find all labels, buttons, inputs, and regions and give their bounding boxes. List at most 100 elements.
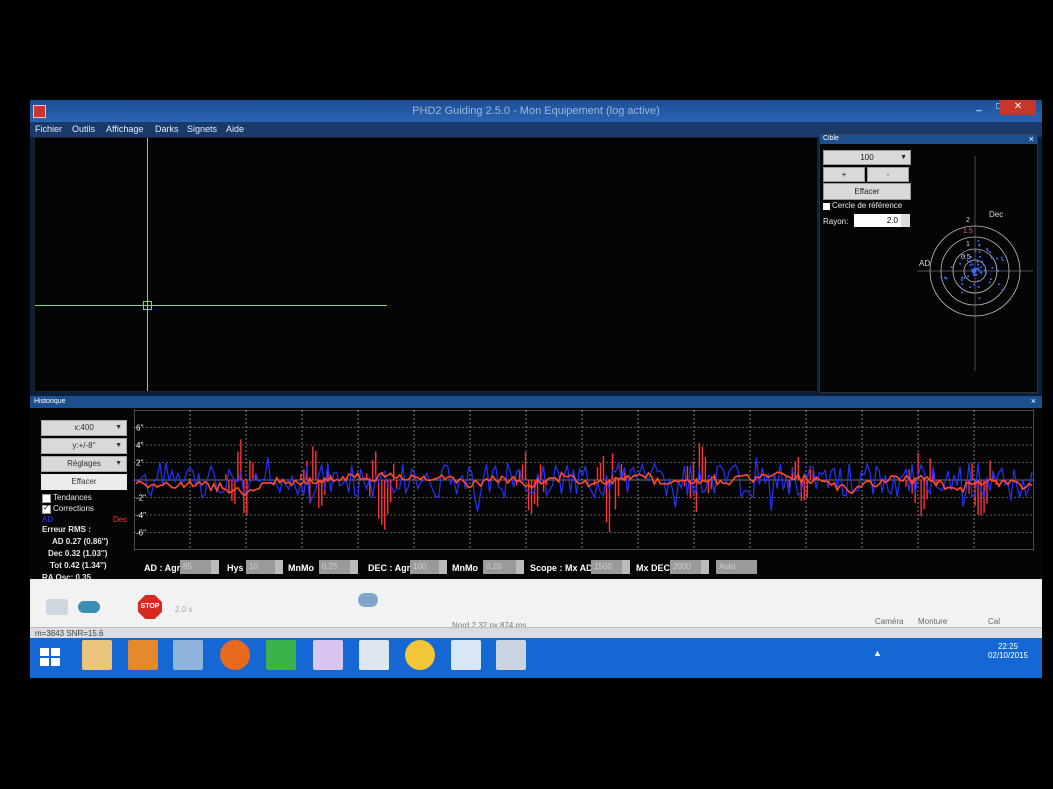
target-point xyxy=(980,272,983,275)
calibration-status: Cal xyxy=(988,617,1001,626)
dec-mode-value: Auto xyxy=(719,562,736,571)
mx-dec-value: 2000 xyxy=(673,562,691,571)
phd-guiding-icon[interactable] xyxy=(313,640,343,670)
target-point xyxy=(997,283,1000,286)
stop-button[interactable]: STOP xyxy=(138,595,162,619)
spinner-arrows[interactable] xyxy=(211,560,219,574)
corrections-label: Corrections xyxy=(53,504,94,513)
target-ring-label: 1.5 xyxy=(963,228,973,235)
app-icon[interactable] xyxy=(451,640,481,670)
status-text: m=3843 SNR=15.6 xyxy=(35,629,104,638)
target-point xyxy=(985,272,988,275)
camera-view[interactable] xyxy=(34,137,818,392)
loop-icon[interactable] xyxy=(78,601,100,613)
scope-mx-ad-label: Scope : Mx AD xyxy=(530,563,593,573)
target-plot: Dec AD 2 1.5 1 0.5 xyxy=(917,156,1033,371)
target-point xyxy=(969,260,972,263)
menu-affichage[interactable]: Affichage xyxy=(106,124,143,134)
target-axis-dec-label: Dec xyxy=(989,210,1003,219)
zoom-out-button[interactable]: - xyxy=(867,167,909,182)
rms-title: Erreur RMS : xyxy=(42,525,91,534)
file-explorer-icon[interactable] xyxy=(82,640,112,670)
crosshair-vertical xyxy=(147,138,148,391)
target-point xyxy=(1001,258,1004,261)
app-icon[interactable] xyxy=(128,640,158,670)
target-point xyxy=(988,281,991,284)
target-point xyxy=(950,266,953,269)
settings-dropdown[interactable]: Réglages ▼ xyxy=(41,456,127,472)
target-point xyxy=(971,263,974,266)
ad-aggression-input[interactable]: 85 xyxy=(180,560,219,574)
brain-icon[interactable] xyxy=(358,593,378,607)
reference-circle-checkbox[interactable] xyxy=(823,203,830,210)
zoom-dropdown[interactable]: 100 ▼ xyxy=(823,150,911,165)
spinner-arrows[interactable] xyxy=(275,560,283,574)
target-point xyxy=(977,267,980,270)
system-tray[interactable]: ▲ xyxy=(873,648,882,658)
close-button[interactable]: ✕ xyxy=(1000,100,1036,115)
mnmo-label: MnMo xyxy=(288,563,314,573)
menu-darks[interactable]: Darks xyxy=(155,124,179,134)
target-point xyxy=(978,297,981,300)
app-icon[interactable] xyxy=(496,640,526,670)
y-scale-dropdown[interactable]: y:+/-8'' ▼ xyxy=(41,438,127,454)
history-panel-header: Historique × xyxy=(30,396,1042,408)
x-scale-value: x:400 xyxy=(74,423,94,432)
camera-connect-icon[interactable] xyxy=(46,599,68,615)
history-close-icon[interactable]: × xyxy=(1031,396,1036,406)
exposure-dropdown[interactable]: 2.0 s xyxy=(175,605,192,614)
dec-aggression-input[interactable]: 100 xyxy=(410,560,447,574)
target-point xyxy=(995,257,998,260)
zoom-in-button[interactable]: + xyxy=(823,167,865,182)
spinner-arrows[interactable] xyxy=(350,560,358,574)
target-point xyxy=(1000,256,1003,259)
menu-signets[interactable]: Signets xyxy=(187,124,217,134)
target-point xyxy=(983,269,986,272)
target-panel-title: Cible xyxy=(823,135,839,142)
hysteresis-input[interactable]: 10 xyxy=(246,560,283,574)
trends-checkbox[interactable] xyxy=(42,494,51,503)
radius-input[interactable]: 2.0 xyxy=(854,214,901,227)
target-point xyxy=(976,260,979,263)
app-icon[interactable] xyxy=(405,640,435,670)
camera-status: Caméra xyxy=(875,617,904,626)
target-clear-button[interactable]: Effacer xyxy=(823,183,911,200)
target-point xyxy=(963,276,966,279)
app-icon[interactable] xyxy=(359,640,389,670)
spinner-arrows[interactable] xyxy=(622,560,630,574)
menu-fichier[interactable]: Fichier xyxy=(35,124,62,134)
spinner-arrows[interactable] xyxy=(516,560,524,574)
spinner-arrows[interactable] xyxy=(701,560,709,574)
radius-spinner[interactable] xyxy=(901,214,910,227)
firefox-icon[interactable] xyxy=(220,640,250,670)
corrections-checkbox[interactable] xyxy=(42,503,51,514)
target-point xyxy=(960,279,963,282)
dec-min-move-input[interactable]: 0.20 xyxy=(483,560,524,574)
y-scale-value: y:+/-8'' xyxy=(72,441,96,450)
dec-agr-value: 100 xyxy=(413,562,427,571)
target-point xyxy=(978,244,981,247)
guide-star-box xyxy=(143,301,152,310)
max-ra-input[interactable]: 1500 xyxy=(591,560,630,574)
dec-mode-dropdown[interactable]: Auto xyxy=(716,560,757,574)
target-close-icon[interactable]: × xyxy=(1029,134,1034,144)
target-panel-header: Cible × xyxy=(820,134,1037,144)
y-tick-label: -2'' xyxy=(136,494,147,503)
title-bar[interactable]: PHD2 Guiding 2.5.0 - Mon Equipement (log… xyxy=(30,100,1042,122)
menu-outils[interactable]: Outils xyxy=(72,124,95,134)
app-icon[interactable] xyxy=(266,640,296,670)
taskbar-clock[interactable]: 22:25 02/10/2015 xyxy=(980,642,1036,660)
ad-min-move-input[interactable]: 0.25 xyxy=(319,560,358,574)
history-clear-button[interactable]: Effacer xyxy=(41,474,127,490)
target-point xyxy=(989,251,992,254)
max-dec-input[interactable]: 2000 xyxy=(670,560,709,574)
y-tick-label: -4'' xyxy=(136,511,147,520)
target-point xyxy=(981,260,984,263)
target-point xyxy=(977,286,980,289)
menu-aide[interactable]: Aide xyxy=(226,124,244,134)
windows-start-icon[interactable] xyxy=(40,648,60,666)
x-scale-dropdown[interactable]: x:400 ▼ xyxy=(41,420,127,436)
app-icon[interactable] xyxy=(173,640,203,670)
mnmo-value: 0.25 xyxy=(322,562,338,571)
spinner-arrows[interactable] xyxy=(439,560,447,574)
